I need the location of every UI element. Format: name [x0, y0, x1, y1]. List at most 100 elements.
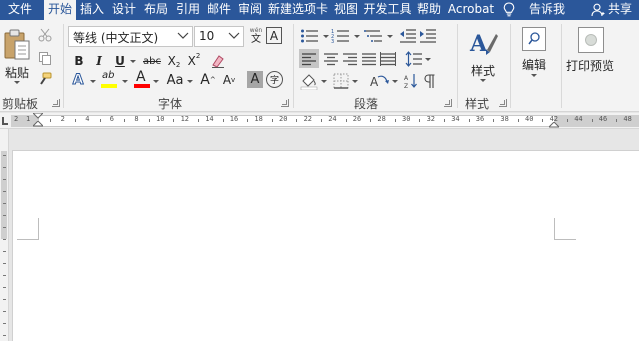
chevron-down-icon[interactable] [177, 31, 189, 41]
print-preview-button[interactable]: 打印预览 [565, 26, 619, 88]
superscript-button[interactable]: X2 [185, 51, 203, 71]
tab-view[interactable]: 视图 [331, 0, 361, 20]
shading-icon[interactable] [300, 72, 318, 90]
subscript-button[interactable]: X2 [165, 51, 183, 71]
multilevel-dropdown-caret[interactable] [387, 35, 393, 38]
underline-dropdown-caret[interactable] [130, 60, 136, 63]
paragraph-dialog-launcher[interactable] [444, 99, 452, 107]
sort-icon[interactable]: A Z [404, 73, 418, 89]
underline-button[interactable]: U [112, 51, 128, 71]
text-effects-button[interactable]: A [70, 70, 86, 90]
ruler-number: 40 [525, 115, 534, 123]
highlight-color-button[interactable]: ab [100, 70, 120, 90]
styles-gallery-button[interactable]: A 样式 [463, 26, 503, 88]
bullets-dropdown-caret[interactable] [323, 35, 329, 38]
tab-layout[interactable]: 布局 [141, 0, 171, 20]
clipboard-dialog-launcher[interactable] [52, 99, 60, 107]
divider [510, 24, 511, 108]
line-spacing-dropdown-caret[interactable] [425, 58, 431, 61]
tab-new-tab[interactable]: 新建选项卡 [266, 0, 330, 20]
tab-insert[interactable]: 插入 [77, 0, 107, 20]
editing-button[interactable]: 编辑 [517, 26, 551, 88]
vertical-ruler[interactable] [0, 129, 9, 341]
tab-design[interactable]: 设计 [109, 0, 139, 20]
tab-acrobat[interactable]: Acrobat [446, 0, 496, 20]
ruler-tick [50, 119, 52, 122]
chevron-down-icon[interactable] [228, 31, 240, 41]
styles-label: 样式 [471, 64, 496, 78]
line-spacing-icon[interactable] [405, 51, 423, 67]
justify-icon[interactable] [361, 52, 377, 66]
align-left-button[interactable] [299, 49, 319, 68]
tab-help[interactable]: 帮助 [414, 0, 444, 20]
ruler-corner-marker[interactable] [2, 117, 8, 125]
character-shading-button[interactable]: A [247, 71, 263, 88]
grow-font-button[interactable]: A ^ [200, 70, 216, 90]
asian-layout-dropdown-caret[interactable] [392, 80, 398, 83]
paste-dropdown-caret[interactable] [14, 81, 20, 84]
numbering-dropdown-caret[interactable] [354, 35, 360, 38]
character-border-button[interactable]: A [266, 27, 282, 44]
align-right-icon[interactable] [342, 52, 358, 66]
highlight-dropdown-caret[interactable] [122, 80, 128, 83]
editing-dropdown-caret[interactable] [531, 74, 537, 77]
text-effects-dropdown-caret[interactable] [90, 80, 96, 83]
tab-file[interactable]: 文件 [0, 0, 40, 20]
right-indent-marker[interactable] [549, 122, 559, 128]
font-dialog-launcher[interactable] [281, 99, 289, 107]
font-color-dropdown-caret[interactable] [153, 80, 159, 83]
share-label: 共享 [608, 2, 633, 16]
cut-icon[interactable] [38, 28, 52, 42]
paste-button[interactable]: 粘贴 [2, 26, 32, 86]
bold-button[interactable]: B [71, 51, 87, 71]
tab-mailings[interactable]: 邮件 [204, 0, 234, 20]
distributed-icon[interactable] [380, 52, 396, 66]
tab-review[interactable]: 审阅 [235, 0, 265, 20]
borders-dropdown-caret[interactable] [352, 80, 358, 83]
font-color-button[interactable]: A [133, 69, 151, 90]
show-hide-marks-icon[interactable] [424, 73, 436, 89]
borders-icon[interactable] [333, 73, 349, 89]
first-line-indent-marker[interactable] [33, 113, 43, 119]
format-painter-icon[interactable] [38, 72, 52, 86]
styles-dialog-launcher[interactable] [499, 99, 507, 107]
document-page[interactable] [12, 150, 639, 341]
bullets-icon[interactable] [300, 28, 320, 44]
strikethrough-button[interactable]: abc [141, 51, 163, 71]
ruler-tick [493, 119, 495, 122]
styles-dropdown-caret[interactable] [480, 79, 486, 82]
hanging-indent-marker[interactable] [33, 121, 43, 129]
phonetic-guide-button[interactable]: wén 文 [247, 26, 265, 46]
ruler-tick [124, 119, 126, 122]
vertical-ruler-tick [3, 251, 6, 252]
tab-references[interactable]: 引用 [173, 0, 203, 20]
change-case-button[interactable]: Aa [164, 70, 186, 90]
multilevel-list-icon[interactable] [364, 28, 384, 44]
change-case-dropdown-caret[interactable] [187, 80, 193, 83]
align-left-icon [302, 52, 316, 65]
top-right-margin-mark [554, 218, 576, 240]
ruler-tick [345, 119, 347, 122]
paste-label: 粘贴 [5, 66, 30, 80]
decrease-indent-icon[interactable] [399, 28, 417, 44]
font-name-combobox[interactable]: 等线 (中文正文) [68, 26, 193, 47]
ribbon: 粘贴 剪贴板 等线 (中文正文) 10 wén 文 A B I U abc X2 [0, 20, 639, 112]
numbering-icon[interactable]: 1 2 3 [331, 28, 351, 44]
ruler-number: 32 [426, 115, 436, 123]
asian-layout-icon[interactable]: A [369, 73, 389, 89]
copy-icon[interactable] [38, 51, 52, 65]
increase-indent-icon[interactable] [419, 28, 437, 44]
italic-button[interactable]: I [92, 51, 106, 71]
enclose-characters-button[interactable]: 字 [266, 71, 283, 88]
ruler-tick [616, 119, 618, 122]
align-center-icon[interactable] [323, 52, 339, 66]
clear-formatting-icon[interactable] [210, 53, 226, 69]
shrink-font-button[interactable]: Av [221, 70, 237, 90]
shading-dropdown-caret[interactable] [321, 80, 327, 83]
horizontal-ruler[interactable]: 2 1 2 4 6 8 10 12 14 16 18 20 22 24 26 28 30 32 34 36 38 40 42… [0, 113, 639, 129]
tab-home[interactable]: 开始 [44, 0, 76, 20]
shrink-font-char: A [222, 73, 232, 87]
ruler-tick [542, 119, 544, 122]
font-size-combobox[interactable]: 10 [194, 26, 244, 47]
tab-developer[interactable]: 开发工具 [362, 0, 413, 20]
